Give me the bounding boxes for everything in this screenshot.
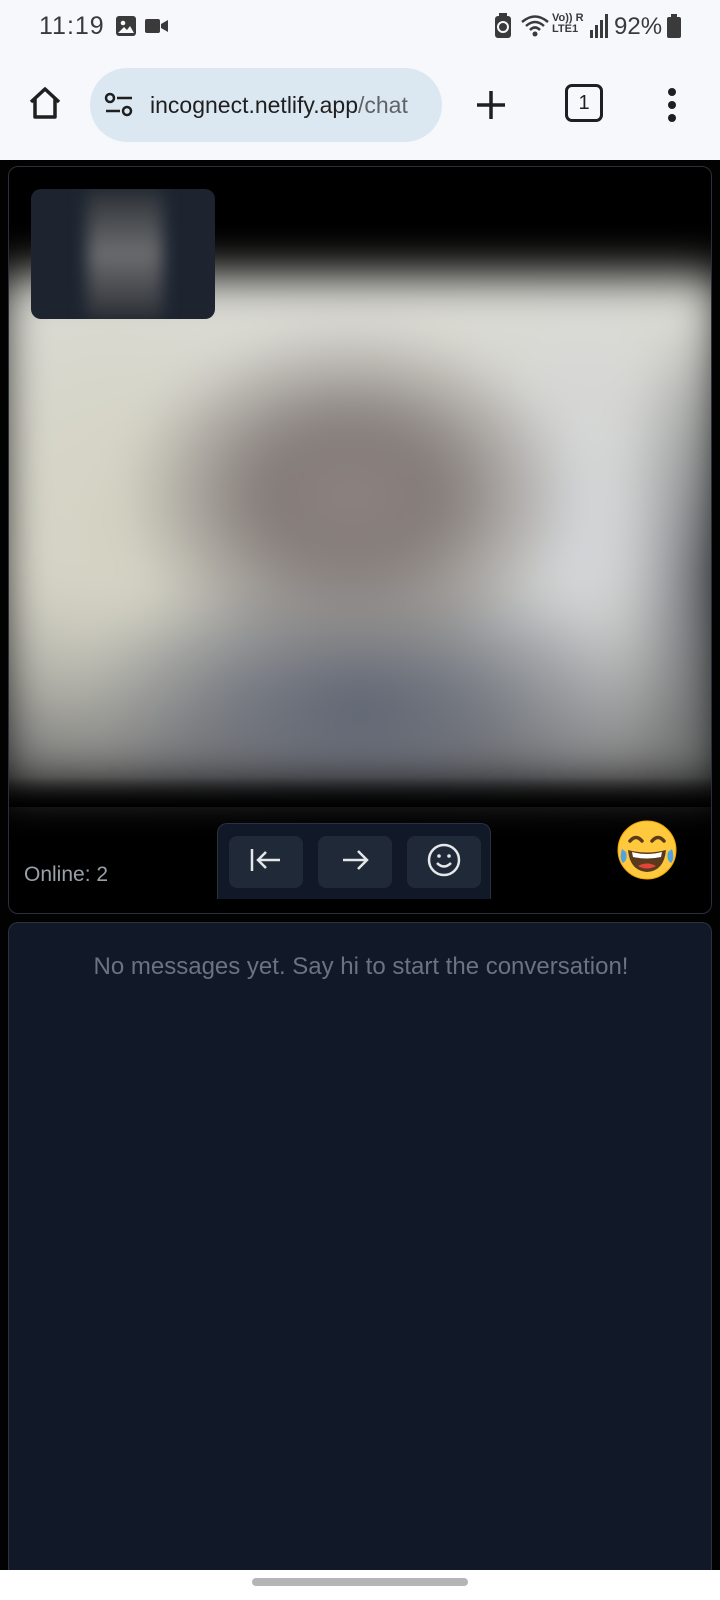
gesture-handle[interactable] [252,1578,468,1586]
remote-video [9,275,711,787]
call-controls [217,823,491,899]
battery-percent: 92% [614,13,663,40]
address-bar[interactable]: incognect.netlify.app/chat [90,68,442,142]
home-button[interactable] [20,80,70,130]
video-fade [9,777,711,807]
tab-switcher-button[interactable]: 1 [565,84,603,122]
emoji-icon [426,842,462,882]
next-button[interactable] [318,836,392,888]
tab-switcher-icon: 1 [578,91,590,114]
next-icon [340,846,370,878]
emoji-button[interactable] [407,836,481,888]
local-video-preview[interactable] [31,189,215,319]
gallery-icon [115,15,137,41]
home-icon [27,85,63,125]
network-label-2: LTE1 [552,23,579,35]
video-card: Online: 2 [8,166,712,914]
site-settings-icon[interactable] [104,92,134,122]
url-path: /chat [358,92,408,118]
new-tab-button[interactable] [466,82,516,132]
page-content: Online: 2 No messages yet. Say hi to sta… [0,160,720,1582]
more-menu-button[interactable] [652,82,692,132]
reaction-emoji [616,819,678,881]
leave-button[interactable] [229,836,303,888]
battery-saver-icon [494,13,512,43]
status-bar: 11:19 Vo)) R LTE1 92% [0,0,720,54]
video-recording-icon [145,18,169,38]
leave-icon [249,846,283,878]
new-tab-icon [474,88,508,126]
url-text[interactable]: incognect.netlify.app/chat [150,92,434,119]
empty-chat-message: No messages yet. Say hi to start the con… [93,953,629,980]
navigation-bar [0,1570,720,1600]
chat-panel: No messages yet. Say hi to start the con… [8,922,712,1582]
wifi-icon [520,14,550,42]
local-video-feed [87,189,163,319]
signal-icon [590,14,608,42]
url-domain: incognect.netlify.app [150,92,358,118]
online-count: Online: 2 [24,863,109,886]
more-menu-icon [666,87,678,127]
battery-icon [667,14,681,42]
browser-toolbar: incognect.netlify.app/chat 1 [0,54,720,160]
status-time: 11:19 [39,12,105,40]
volte-lte-icon: Vo)) R LTE1 [552,13,594,35]
